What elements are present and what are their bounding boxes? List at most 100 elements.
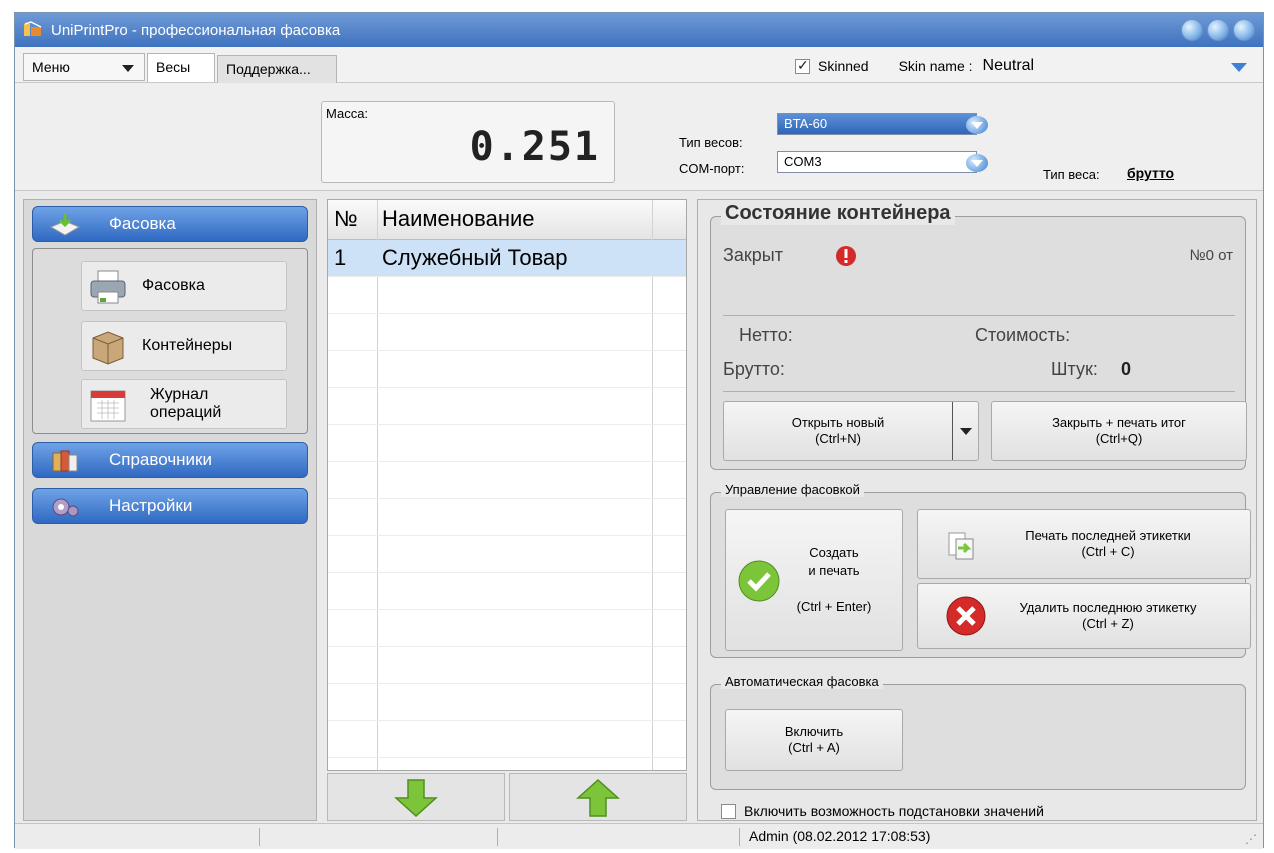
packing-subnav: Фасовка Контейнеры Журнал операций [32,248,308,434]
packing-control-group: Управление фасовкой Создать и печать (Ct… [710,482,1251,658]
column-header-number[interactable]: № [334,206,358,232]
app-logo-icon [24,21,42,36]
status-user: Admin (08.02.2012 17:08:53) [749,828,931,844]
table-row-empty [328,684,686,721]
table-row-empty [328,277,686,314]
window-title: UniPrintPro - профессиональная фасовка [51,21,341,39]
journal-label-line1: Журнал [150,386,209,403]
box-icon [92,331,124,365]
table-row[interactable]: 1 Служебный Товар [328,240,686,277]
open-container-button[interactable]: Открыть новый (Ctrl+N) [723,401,979,461]
warning-icon [836,246,856,266]
section-label: Настройки [109,496,193,515]
container-status-group: Состояние контейнера Закрыт №0 от Нетто:… [710,202,1247,470]
create-line2: и печать [808,563,860,578]
section-label: Фасовка [109,214,176,233]
close-line2: (Ctrl+Q) [1095,431,1143,446]
cost-label: Стоимость: [975,325,1071,345]
table-row-empty [328,425,686,462]
section-label: Справочники [109,450,212,469]
table-row-empty [328,388,686,425]
sidebar: Фасовка Фасовка Контейнеры Журнал операц… [23,199,317,821]
print-line1: Печать последней этикетки [1025,528,1191,543]
title-bar: UniPrintPro - профессиональная фасовка [15,13,1263,47]
skinned-checkbox[interactable] [795,57,810,74]
table-scroll-buttons [327,773,687,821]
menu-dropdown[interactable]: Меню [23,53,145,81]
status-bar: Admin (08.02.2012 17:08:53) ⋰ [15,823,1263,849]
sidebar-item-journal[interactable]: Журнал операций [81,379,287,429]
sidebar-item-packing[interactable]: Фасовка [81,261,287,311]
journal-label-line2: операций [150,404,222,421]
minimize-button[interactable] [1181,19,1203,41]
nav-btn-label: Контейнеры [142,337,233,354]
tab-label: Весы [156,59,191,75]
tab-support[interactable]: Поддержка... [217,55,337,83]
auto-packing-group: Автоматическая фасовка Включить (Ctrl + … [710,674,1246,790]
weight-type-link[interactable]: брутто [1127,165,1174,181]
tab-bar: Меню Весы Поддержка... Skinned Skin name… [15,47,1263,83]
container-status-value: Закрыт [723,245,783,265]
window-controls [1181,19,1255,41]
table-row-empty [328,721,686,758]
pieces-label: Штук: [1051,359,1098,379]
chevron-down-icon[interactable] [1231,63,1247,72]
close-container-button[interactable]: Закрыть + печать итог (Ctrl+Q) [991,401,1247,461]
table-row-empty [328,314,686,351]
scroll-down-button[interactable] [327,773,505,821]
create-line1: Создать [809,545,859,560]
mass-display: Масса: 0.251 [321,101,615,183]
delete-line1: Удалить последнюю этикетку [1019,600,1197,615]
tab-label: Поддержка... [226,61,311,77]
skin-name-label: Skin name : [898,58,973,74]
chevron-down-icon [966,154,988,172]
com-port-label: COM-порт: [679,161,745,176]
skinned-label: Skinned [818,58,869,74]
delete-last-label-button[interactable]: Удалить последнюю этикетку (Ctrl + Z) [917,583,1251,649]
enable-line2: (Ctrl + A) [788,740,840,755]
enable-auto-button[interactable]: Включить (Ctrl + A) [725,709,903,771]
pieces-value: 0 [1121,359,1132,379]
print-last-label-button[interactable]: Печать последней этикетки (Ctrl + C) [917,509,1251,579]
tab-scales[interactable]: Весы [147,53,215,82]
create-and-print-button[interactable]: Создать и печать (Ctrl + Enter) [725,509,903,651]
substitution-option: Включить возможность подстановки значени… [721,803,1044,819]
divider [723,315,1235,316]
maximize-button[interactable] [1207,19,1229,41]
container-number: №0 от [1189,247,1233,264]
brutto-label: Брутто: [723,359,785,379]
product-table: № Наименование 1 Служебный Товар [327,199,687,771]
calendar-icon [90,390,126,422]
close-line1: Закрыть + печать итог [1052,415,1186,430]
books-icon [52,450,78,472]
row-number: 1 [334,245,347,270]
resize-grip-icon[interactable]: ⋰ [1245,832,1257,846]
table-row-empty [328,462,686,499]
row-name: Служебный Товар [382,245,568,270]
com-port-value: COM3 [784,154,822,169]
sidebar-section-references[interactable]: Справочники [32,442,308,478]
table-row-empty [328,351,686,388]
sidebar-item-containers[interactable]: Контейнеры [81,321,287,371]
control-area: Состояние контейнера Закрыт №0 от Нетто:… [697,199,1257,821]
com-port-select[interactable]: COM3 [777,151,988,173]
open-line1: Открыть новый [791,415,885,430]
substitution-checkbox[interactable] [721,803,736,819]
sidebar-section-settings[interactable]: Настройки [32,488,308,524]
scroll-up-button[interactable] [509,773,687,821]
app-window: UniPrintPro - профессиональная фасовка М… [14,12,1264,849]
status-divider [739,828,740,846]
mass-value: 0.251 [469,124,600,170]
table-row-empty [328,536,686,573]
scale-type-select[interactable]: BTA-60 [777,113,988,135]
status-divider [259,828,260,846]
column-header-name[interactable]: Наименование [382,206,535,232]
status-divider [497,828,498,846]
close-button[interactable] [1233,19,1255,41]
table-header: № Наименование [328,200,686,240]
chevron-down-icon[interactable] [952,402,978,460]
packing-control-title: Управление фасовкой [721,482,864,497]
arrow-up-icon [576,778,620,817]
sidebar-section-packing[interactable]: Фасовка [32,206,308,242]
scale-type-label: Тип весов: [679,135,743,150]
